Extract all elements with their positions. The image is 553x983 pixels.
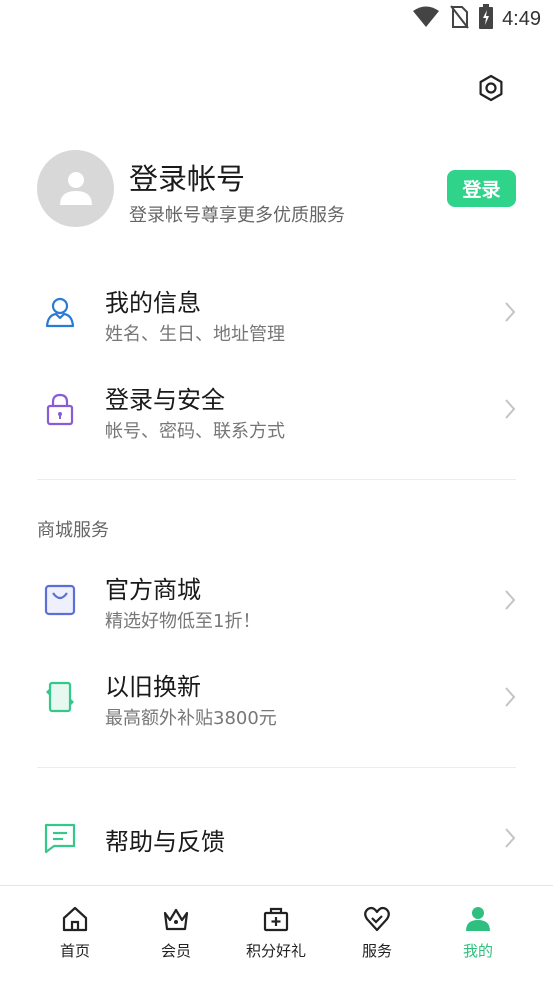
no-sim-icon (448, 4, 470, 34)
nav-label: 会员 (160, 942, 191, 960)
menu-item-title: 帮助与反馈 (105, 828, 225, 856)
menu-item-title: 以旧换新 (105, 673, 201, 701)
menu-item-trade-in[interactable]: 以旧换新 最高额外补贴3800元 (0, 652, 553, 742)
menu-item-official-mall[interactable]: 官方商城 精选好物低至1折！ (0, 555, 553, 645)
chat-icon (42, 820, 78, 856)
nav-points-gifts[interactable]: 积分好礼 (226, 886, 326, 983)
nav-service[interactable]: 服务 (327, 886, 427, 983)
gear-icon (476, 73, 506, 107)
crown-icon (161, 904, 191, 934)
menu-item-title: 官方商城 (105, 576, 201, 604)
menu-item-my-info[interactable]: 我的信息 姓名、生日、地址管理 (0, 268, 553, 358)
heart-icon (362, 904, 392, 934)
user-icon (42, 294, 78, 330)
shopping-bag-icon (42, 582, 78, 618)
chevron-right-icon (500, 683, 520, 711)
nav-home[interactable]: 首页 (25, 886, 125, 983)
profile-card[interactable]: 登录帐号 登录帐号尊享更多优质服务 登录 (37, 150, 517, 228)
home-icon (60, 904, 90, 934)
divider (37, 767, 516, 768)
menu-item-title: 登录与安全 (105, 386, 225, 414)
chevron-right-icon (500, 824, 520, 852)
menu-item-subtitle: 姓名、生日、地址管理 (105, 324, 285, 345)
nav-label: 我的 (462, 942, 493, 960)
section-title-mall: 商城服务 (37, 520, 109, 541)
phone-trade-in-icon (42, 679, 78, 715)
settings-button[interactable] (474, 73, 508, 107)
menu-item-help-feedback[interactable]: 帮助与反馈 (0, 795, 553, 881)
nav-label: 积分好礼 (245, 942, 306, 960)
status-icons: 4:49 (412, 4, 541, 34)
login-button[interactable]: 登录 (447, 170, 516, 207)
status-bar: 4:49 (0, 0, 553, 38)
person-icon (56, 167, 96, 211)
nav-label: 服务 (361, 942, 392, 960)
bottom-nav: 首页 会员 积分好礼 服务 我的 (0, 885, 553, 983)
nav-membership[interactable]: 会员 (126, 886, 226, 983)
nav-label: 首页 (59, 942, 90, 960)
menu-item-login-security[interactable]: 登录与安全 帐号、密码、联系方式 (0, 365, 553, 455)
menu-item-title: 我的信息 (105, 289, 201, 317)
chevron-right-icon (500, 395, 520, 423)
profile-title: 登录帐号 (129, 162, 246, 196)
wifi-icon (412, 6, 440, 32)
chevron-right-icon (500, 298, 520, 326)
profile-subtitle: 登录帐号尊享更多优质服务 (129, 205, 345, 226)
battery-charging-icon (478, 4, 494, 34)
avatar[interactable] (37, 150, 114, 227)
gift-icon (261, 904, 291, 934)
lock-icon (42, 391, 78, 427)
menu-item-subtitle: 帐号、密码、联系方式 (105, 421, 285, 442)
chevron-right-icon (500, 586, 520, 614)
divider (37, 479, 516, 480)
menu-item-subtitle: 最高额外补贴3800元 (105, 708, 277, 729)
nav-mine[interactable]: 我的 (428, 886, 528, 983)
status-time: 4:49 (502, 7, 541, 30)
menu-item-subtitle: 精选好物低至1折！ (105, 611, 261, 632)
person-icon (463, 904, 493, 934)
